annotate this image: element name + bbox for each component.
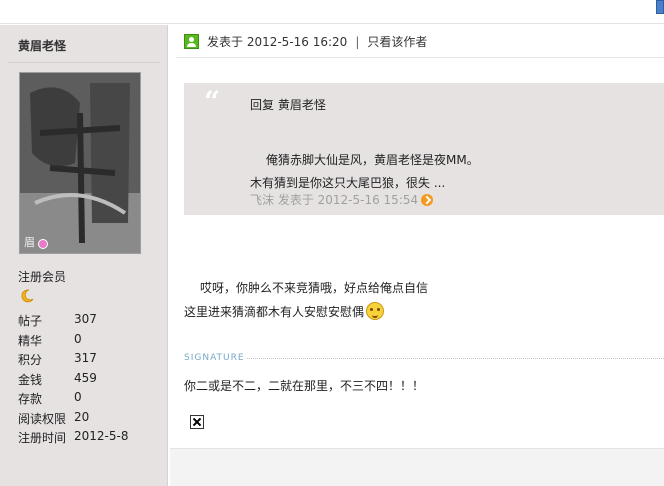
stat-row: 帖子 307 [18, 312, 128, 332]
stat-row: 金钱 459 [18, 371, 128, 391]
stat-value: 317 [74, 351, 97, 365]
stat-key: 精华 [18, 333, 43, 348]
quote-block: “ 回复 黄眉老怪 俺猜赤脚大仙是风，黄眉老怪是夜MM。 木有猜到是你这只大尾巴… [184, 83, 664, 215]
stat-value[interactable]: 0 [74, 332, 82, 352]
stat-key: 积分 [18, 353, 43, 367]
avatar-tag: 眉 [24, 236, 35, 249]
heart-icon [38, 239, 48, 249]
header-separator: | [355, 34, 360, 49]
stat-value[interactable]: 307 [74, 312, 97, 332]
quote-reply-line: 回复 黄眉老怪 [250, 98, 326, 112]
stat-key: 阅读权限 [18, 411, 67, 426]
stat-key: 金钱 [18, 372, 43, 387]
post-header: 发表于 2012-5-16 16:20 | 只看该作者 [184, 33, 427, 50]
stat-row: 精华 0 [18, 332, 128, 352]
stat-value: 2012-5-8 [74, 429, 129, 443]
header-divider [176, 57, 664, 58]
stat-row: 存款 0 [18, 390, 128, 410]
only-author-link[interactable]: 只看该作者 [367, 33, 427, 50]
goto-post-icon[interactable] [421, 193, 434, 206]
stat-row: 注册时间 2012-5-8 [18, 429, 128, 449]
user-group[interactable]: 注册会员 [18, 268, 66, 285]
signature-label: SIGNATURE [184, 353, 245, 363]
stat-key: 注册时间 [18, 431, 67, 445]
post-timestamp: 发表于 2012-5-16 16:20 [207, 35, 348, 49]
signature-divider [247, 358, 664, 359]
post-body-line: 哎呀，你肿么不来竞猜哦，好点给俺点自信 [200, 281, 429, 295]
signature-text: 你二或是不二，二就在那里，不三不四！！！ [184, 379, 425, 393]
quote-mark-icon: “ [204, 85, 221, 118]
quote-text-line: 俺猜赤脚大仙是风，黄眉老怪是夜MM。 [266, 153, 479, 167]
stat-key: 帖子 [18, 314, 43, 328]
author-name[interactable]: 黄眉老怪 [18, 37, 66, 54]
author-stats: 帖子 307 精华 0 积分 317 金钱 459 存款 0 阅读权限 20 注… [18, 312, 128, 449]
sidebar-divider [8, 62, 160, 63]
stat-row: 阅读权限 20 [18, 410, 128, 430]
post-body-text: 这里进来猜滴都木有人安慰安慰偶 [184, 304, 365, 319]
stat-key: 存款 [18, 392, 43, 406]
broken-image-icon [190, 415, 204, 429]
stat-row: 积分 317 [18, 351, 128, 371]
corner-tab-icon[interactable] [656, 0, 664, 14]
author-sidebar: 黄眉老怪 眉 注册会员 帖子 307 精华 0 积分 317 金钱 459 存款… [0, 25, 168, 486]
stat-value: 0 [74, 390, 82, 404]
user-online-icon [184, 34, 199, 49]
top-bar [0, 0, 664, 24]
quote-meta: 飞沫 发表于 2012-5-16 15:54 [250, 191, 434, 208]
stat-value: 459 [74, 370, 97, 385]
avatar-image [20, 73, 140, 253]
moon-rank-icon [21, 289, 34, 303]
stat-value: 20 [74, 409, 90, 424]
post-body-line-with-smiley: 这里进来猜滴都木有人安慰安慰偶 [184, 302, 385, 320]
avatar[interactable]: 眉 [19, 72, 141, 254]
smiley-icon [366, 302, 385, 320]
post-footer-bar [170, 448, 664, 486]
quote-source: 飞沫 发表于 2012-5-16 15:54 [250, 193, 419, 207]
quote-text-line: 木有猜到是你这只大尾巴狼，很失 ... [250, 176, 446, 190]
